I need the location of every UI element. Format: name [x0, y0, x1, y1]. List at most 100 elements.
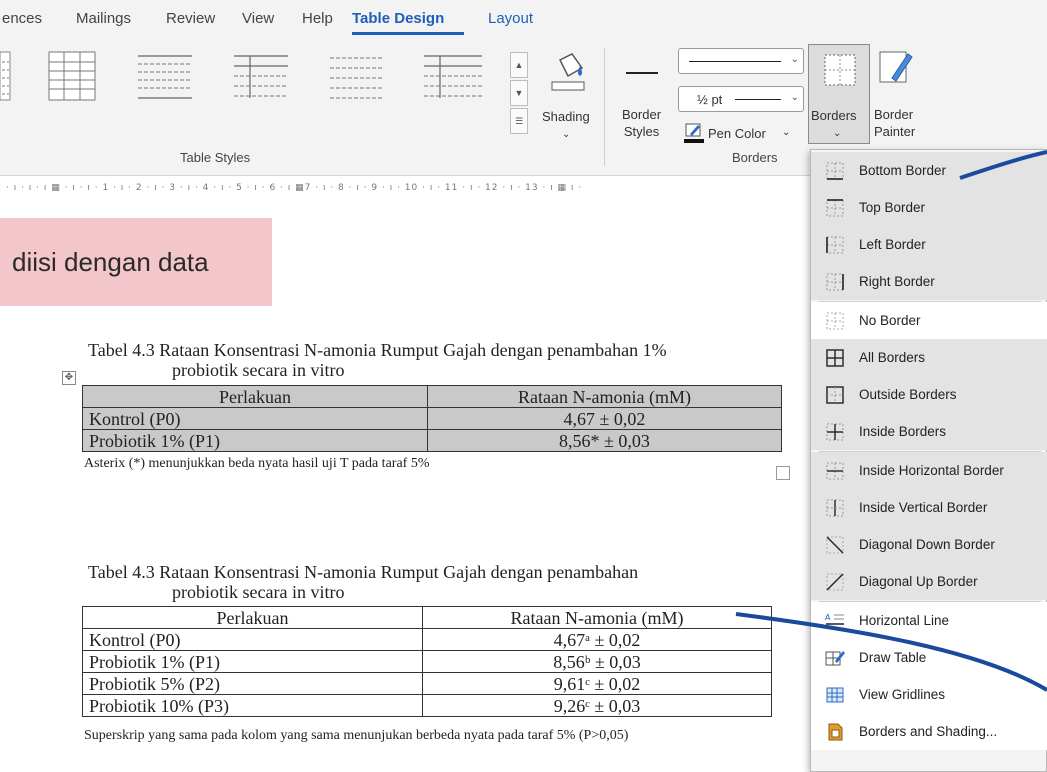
tab-table-design[interactable]: Table Design	[352, 10, 444, 27]
table2-note: Superskrip yang sama pada kolom yang sam…	[84, 728, 629, 743]
table1-header-cell[interactable]: Rataan N-amonia (mM)	[427, 385, 782, 408]
table-style-thumbnail[interactable]	[0, 48, 12, 104]
table2[interactable]: Perlakuan Rataan N-amonia (mM) Kontrol (…	[82, 606, 772, 717]
menu-item-top-border[interactable]: Top Border	[811, 189, 1047, 226]
shading-button[interactable]: Shading ⌄	[542, 46, 594, 150]
border-painter-button[interactable]: Border Painter	[872, 48, 934, 148]
menu-item-diagonal-down-border[interactable]: Diagonal Down Border	[811, 526, 1047, 563]
menu-item-draw-table[interactable]: Draw Table	[811, 639, 1047, 676]
table-styles-gallery-scroll: ▲ ▼ ☰	[510, 52, 528, 136]
table-row: Probiotik 1% (P1) 8,56* ± 0,03	[82, 429, 782, 452]
menu-item-label: Top Border	[859, 200, 926, 215]
menu-item-all-borders[interactable]: All Borders	[811, 339, 1047, 376]
border-styles-button[interactable]: Border Styles	[612, 50, 674, 150]
menu-item-label: View Gridlines	[859, 687, 946, 702]
menu-item-inside-borders[interactable]: Inside Borders	[811, 413, 1047, 450]
menu-item-diagonal-up-border[interactable]: Diagonal Up Border	[811, 563, 1047, 600]
top-border-icon	[825, 198, 845, 218]
tab-references[interactable]: ences	[2, 10, 42, 27]
table-row: Kontrol (P0) 4,67ᵃ ± 0,02	[82, 628, 772, 651]
menu-item-label: Diagonal Down Border	[859, 537, 995, 552]
menu-item-inside-horizontal-border[interactable]: Inside Horizontal Border	[811, 452, 1047, 489]
paint-bucket-icon	[550, 50, 586, 97]
table1-cell[interactable]: 4,67 ± 0,02	[427, 407, 782, 430]
chevron-down-icon: ⌄	[790, 92, 799, 103]
table1-caption-line2: probiotik secara in vitro	[172, 360, 345, 380]
table1[interactable]: Perlakuan Rataan N-amonia (mM) Kontrol (…	[82, 385, 782, 452]
menu-item-label: Outside Borders	[859, 387, 957, 402]
menu-item-label: Diagonal Up Border	[859, 574, 978, 589]
menu-item-no-border[interactable]: No Border	[811, 302, 1047, 339]
table2-cell[interactable]: Probiotik 5% (P2)	[82, 672, 423, 695]
menu-item-left-border[interactable]: Left Border	[811, 226, 1047, 263]
table2-header-cell[interactable]: Rataan N-amonia (mM)	[422, 606, 772, 629]
table1-header-cell[interactable]: Perlakuan	[82, 385, 428, 408]
table2-cell[interactable]: Probiotik 10% (P3)	[82, 694, 423, 717]
table2-cell[interactable]: Kontrol (P0)	[82, 628, 423, 651]
borders-button[interactable]: Borders ⌄	[808, 44, 870, 144]
draw-table-icon	[825, 648, 845, 668]
left-border-icon	[825, 235, 845, 255]
menu-item-label: Right Border	[859, 274, 935, 289]
menu-item-outside-borders[interactable]: Outside Borders	[811, 376, 1047, 413]
table2-cell[interactable]: Probiotik 1% (P1)	[82, 650, 423, 673]
table-style-thumbnail[interactable]	[422, 48, 484, 104]
table2-cell[interactable]: 8,56ᵇ ± 0,03	[422, 650, 772, 673]
group-separator	[604, 48, 605, 166]
table-style-thumbnail[interactable]	[136, 48, 194, 104]
borders-icon	[823, 53, 857, 92]
table-row: Perlakuan Rataan N-amonia (mM)	[82, 606, 772, 629]
table2-cell[interactable]: 9,26ᶜ ± 0,03	[422, 694, 772, 717]
pen-color-icon	[684, 122, 704, 149]
gallery-more-button[interactable]: ☰	[510, 108, 528, 134]
tab-review[interactable]: Review	[166, 10, 215, 27]
no-border-icon	[825, 311, 845, 331]
gallery-up-button[interactable]: ▲	[510, 52, 528, 78]
menu-item-right-border[interactable]: Right Border	[811, 263, 1047, 300]
pen-color-button[interactable]: Pen Color ⌄	[680, 122, 792, 146]
chevron-down-icon: ⌄	[833, 128, 842, 139]
menu-item-view-gridlines[interactable]: View Gridlines	[811, 676, 1047, 713]
diagonal-down-border-icon	[825, 535, 845, 555]
tab-help[interactable]: Help	[302, 10, 333, 27]
border-line-icon	[626, 72, 658, 74]
all-borders-icon	[825, 348, 845, 368]
menu-item-borders-and-shading[interactable]: Borders and Shading...	[811, 713, 1047, 750]
table-row: Probiotik 1% (P1) 8,56ᵇ ± 0,03	[82, 650, 772, 673]
tab-mailings[interactable]: Mailings	[76, 10, 131, 27]
menu-item-horizontal-line[interactable]: A Horizontal Line	[811, 602, 1047, 639]
ribbon-tab-bar: ences Mailings Review View Help Table De…	[0, 0, 1047, 38]
gallery-down-button[interactable]: ▼	[510, 80, 528, 106]
table1-cell[interactable]: Probiotik 1% (P1)	[82, 429, 428, 452]
table2-cell[interactable]: 9,61ᶜ ± 0,02	[422, 672, 772, 695]
table1-cell[interactable]: 8,56* ± 0,03	[427, 429, 782, 452]
table2-cell[interactable]: 4,67ᵃ ± 0,02	[422, 628, 772, 651]
border-styles-label: Border Styles	[622, 107, 662, 139]
borders-dropdown-menu: Bottom Border Top Border Left Border Rig…	[810, 149, 1047, 772]
table-style-thumbnail[interactable]	[48, 48, 96, 104]
pen-color-label: Pen Color	[708, 126, 766, 141]
table-move-handle-icon[interactable]: ✥	[62, 371, 76, 385]
tab-view[interactable]: View	[242, 10, 274, 27]
chevron-down-icon: ⌄	[782, 127, 791, 138]
table-style-thumbnail[interactable]	[328, 48, 386, 104]
table-resize-handle[interactable]	[776, 466, 790, 480]
menu-item-label: Horizontal Line	[859, 613, 950, 628]
table-row: Perlakuan Rataan N-amonia (mM)	[82, 385, 782, 408]
menu-item-bottom-border[interactable]: Bottom Border	[811, 152, 1047, 189]
line-style-preview	[689, 61, 781, 62]
tab-layout[interactable]: Layout	[488, 10, 533, 27]
line-weight-dropdown[interactable]: ½ pt ⌄	[678, 86, 804, 112]
table2-header-cell[interactable]: Perlakuan	[82, 606, 423, 629]
table-styles-group-label: Table Styles	[180, 150, 251, 165]
line-style-dropdown[interactable]: ⌄	[678, 48, 804, 74]
table-style-thumbnail[interactable]	[232, 48, 290, 104]
menu-item-inside-vertical-border[interactable]: Inside Vertical Border	[811, 489, 1047, 526]
inside-vertical-border-icon	[825, 498, 845, 518]
diagonal-up-border-icon	[825, 572, 845, 592]
menu-item-label: Left Border	[859, 237, 926, 252]
inside-horizontal-border-icon	[825, 461, 845, 481]
table1-cell[interactable]: Kontrol (P0)	[82, 407, 428, 430]
menu-item-label: Inside Borders	[859, 424, 947, 439]
table-row: Probiotik 10% (P3) 9,26ᶜ ± 0,03	[82, 694, 772, 717]
